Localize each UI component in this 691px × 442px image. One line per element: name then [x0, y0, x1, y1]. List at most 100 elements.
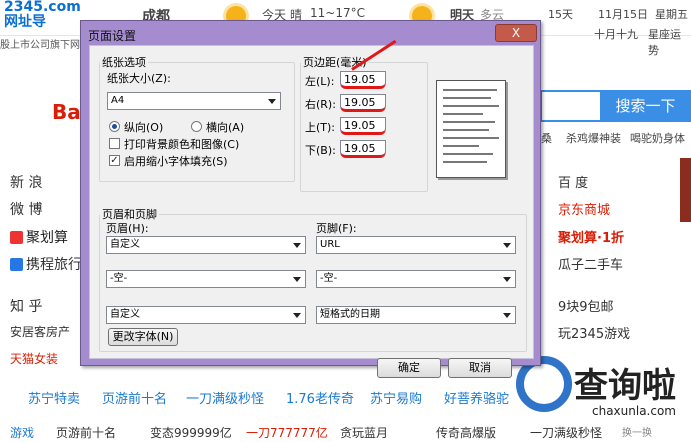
- footer-select-2[interactable]: -空-: [316, 270, 516, 288]
- nav2-item-2[interactable]: 变态999999亿: [150, 424, 232, 441]
- preview-line: [443, 113, 483, 115]
- preview-line: [443, 97, 491, 99]
- dialog-title: 页面设置: [88, 29, 137, 43]
- link-2345-games[interactable]: 玩2345游戏: [558, 323, 630, 342]
- search-button[interactable]: 搜索一下: [600, 90, 691, 122]
- header-select-2[interactable]: -空-: [106, 270, 306, 288]
- nav2-item-6[interactable]: 一刀满级秒怪: [530, 424, 602, 441]
- preview-line: [443, 121, 495, 123]
- header-select-1[interactable]: 自定义: [106, 236, 306, 254]
- preview-line: [443, 105, 499, 107]
- margin-right-input[interactable]: 19.05: [340, 94, 386, 112]
- paper-size-label: 纸张大小(Z):: [107, 72, 171, 85]
- nav2-item-5[interactable]: 传奇高爆版: [436, 424, 496, 441]
- margin-bottom-input[interactable]: 19.05: [340, 140, 386, 158]
- margin-bottom-label: 下(B):: [305, 144, 336, 157]
- site-logo[interactable]: 2345.com 网址导: [4, 0, 81, 30]
- link-jd[interactable]: 京东商城: [558, 199, 610, 218]
- juhuasuan-icon: [10, 231, 23, 244]
- link-baidu[interactable]: 百 度: [558, 172, 588, 191]
- portrait-label[interactable]: 纵向(O): [124, 119, 163, 135]
- link-tmall[interactable]: 天猫女装: [10, 350, 58, 367]
- margin-left-label: 左(L):: [305, 75, 335, 88]
- link-guazi[interactable]: 瓜子二手车: [558, 254, 623, 273]
- link-juhuasuan-label: 聚划算: [26, 230, 68, 246]
- chevron-down-icon: [268, 99, 276, 104]
- nav1-item-3[interactable]: 一刀满级秒怪: [186, 388, 264, 407]
- nav2-item-3[interactable]: 一刀777777亿: [246, 424, 328, 441]
- paper-size-value: A4: [111, 95, 125, 106]
- logo-subtitle: 股上市公司旗下网: [0, 40, 80, 51]
- change-font-button[interactable]: 更改字体(N): [108, 328, 178, 346]
- nav1-item-6[interactable]: 好菩养骆驼: [444, 388, 509, 407]
- nav2-item-1[interactable]: 页游前十名: [56, 424, 116, 441]
- link-juhuasuan-1[interactable]: 聚划算·1折: [558, 227, 624, 246]
- lunar-text: 十月十九: [594, 28, 638, 41]
- link-weibo[interactable]: 微 博: [10, 199, 42, 219]
- nav1-item-4[interactable]: 1.76老传奇: [286, 388, 354, 407]
- link-9kuai9[interactable]: 9块9包邮: [558, 296, 614, 315]
- nav2-refresh[interactable]: 换一换: [622, 424, 652, 439]
- ad-thumbnail[interactable]: [680, 158, 691, 222]
- hot-word-2[interactable]: 杀鸡爆神装: [566, 130, 621, 146]
- hot-word-1[interactable]: 桑: [541, 130, 552, 146]
- paper-options-legend: 纸张选项: [102, 56, 146, 69]
- link-ctrip[interactable]: 携程旅行: [10, 254, 82, 274]
- date-text: 11月15日: [598, 8, 648, 21]
- dialog-body: 纸张选项 纸张大小(Z): A4 纵向(O) 横向(A) 打印背景颜色和图像(C…: [89, 39, 534, 378]
- watermark-brand: 查询啦: [574, 366, 676, 406]
- chevron-down-icon: [293, 243, 301, 248]
- footer-select-1[interactable]: URL: [316, 236, 516, 254]
- margin-right-label: 右(R):: [305, 98, 336, 111]
- nav2-item-4[interactable]: 贪玩蓝月: [340, 424, 388, 441]
- shrink-to-fit-checkbox[interactable]: ✓: [109, 155, 120, 166]
- print-background-label[interactable]: 打印背景颜色和图像(C): [124, 136, 239, 152]
- link-anjuke[interactable]: 安居客房产: [10, 323, 70, 340]
- weather-15day-link[interactable]: 15天: [548, 6, 573, 22]
- preview-line: [443, 137, 499, 139]
- portrait-radio[interactable]: [109, 121, 120, 132]
- link-ctrip-label: 携程旅行: [26, 257, 82, 273]
- chevron-down-icon: [503, 313, 511, 318]
- link-sina[interactable]: 新 浪: [10, 172, 42, 192]
- nav1-item-5[interactable]: 苏宁易购: [370, 388, 422, 407]
- chevron-down-icon: [293, 277, 301, 282]
- paper-size-select[interactable]: A4: [107, 92, 281, 110]
- landscape-label[interactable]: 横向(A): [206, 119, 244, 135]
- weather-today-temp: 11~17°C: [310, 6, 365, 20]
- preview-line: [443, 145, 479, 147]
- header-select-2-value: -空-: [110, 273, 128, 284]
- header-select-3-value: 自定义: [110, 309, 140, 320]
- header-select-1-value: 自定义: [110, 239, 140, 250]
- footer-select-2-value: -空-: [320, 273, 338, 284]
- ok-button[interactable]: 确定: [377, 358, 441, 378]
- footer-select-3-value: 短格式的日期: [320, 309, 380, 320]
- close-button[interactable]: X: [495, 24, 537, 42]
- shrink-to-fit-label[interactable]: 启用缩小字体填充(S): [124, 153, 228, 169]
- header-select-3[interactable]: 自定义: [106, 306, 306, 324]
- nav1-item-1[interactable]: 苏宁特卖: [28, 388, 80, 407]
- margin-top-label: 上(T):: [305, 121, 336, 134]
- preview-line: [443, 153, 493, 155]
- hot-word-3[interactable]: 喝驼奶身体: [630, 130, 685, 146]
- link-zhihu[interactable]: 知 乎: [10, 296, 42, 316]
- weekday-text: 星期五: [655, 8, 688, 21]
- print-background-checkbox[interactable]: [109, 138, 120, 149]
- horoscope-link[interactable]: 星座运势: [648, 26, 691, 58]
- footer-label: 页脚(F):: [316, 222, 357, 235]
- nav1-item-2[interactable]: 页游前十名: [102, 388, 167, 407]
- margin-left-input[interactable]: 19.05: [340, 71, 386, 89]
- footer-select-3[interactable]: 短格式的日期: [316, 306, 516, 324]
- watermark-url: chaxunla.com: [592, 404, 676, 418]
- chevron-down-icon: [503, 243, 511, 248]
- footer-select-1-value: URL: [320, 239, 340, 250]
- header-label: 页眉(H):: [106, 222, 149, 235]
- landscape-radio[interactable]: [191, 121, 202, 132]
- margin-top-input[interactable]: 19.05: [340, 117, 386, 135]
- cancel-button[interactable]: 取消: [448, 358, 512, 378]
- search-input[interactable]: [540, 90, 600, 122]
- preview-line: [443, 89, 497, 91]
- baidu-logo: Ba: [52, 100, 81, 124]
- nav2-category[interactable]: 游戏: [10, 424, 34, 441]
- link-juhuasuan[interactable]: 聚划算: [10, 227, 68, 247]
